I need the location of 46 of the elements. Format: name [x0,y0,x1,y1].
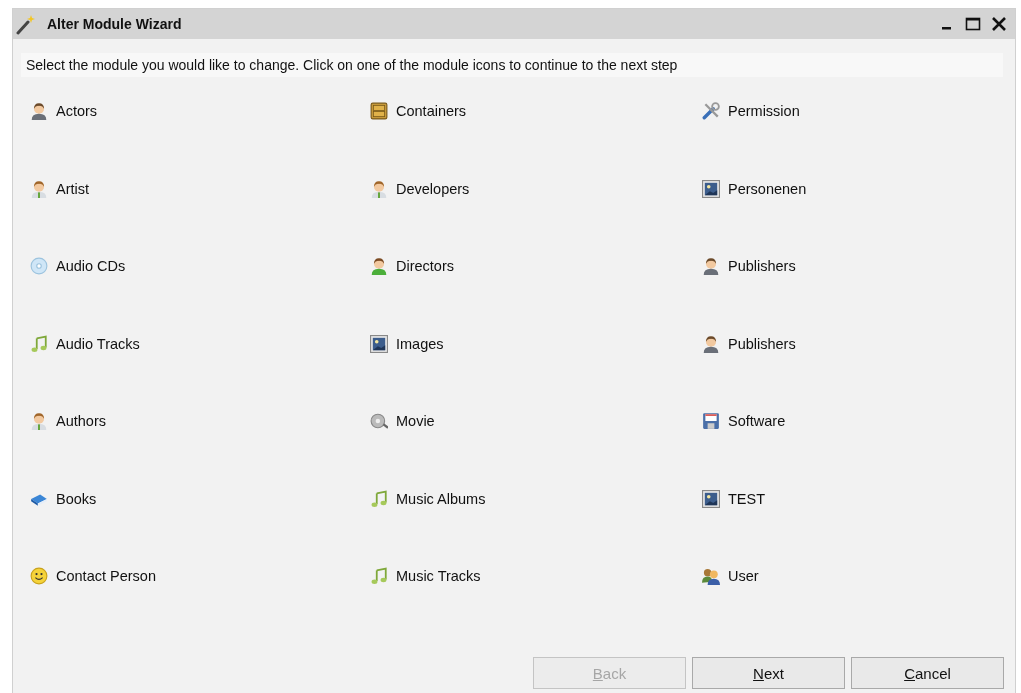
cabinet-icon [370,102,388,120]
module-link[interactable]: Artist [30,179,90,198]
next-button[interactable]: Next [692,657,845,689]
module-link[interactable]: Publishers [702,257,796,275]
module-link[interactable]: Audio CDs [30,257,126,275]
person-icon [370,257,388,275]
module-link[interactable]: Audio Tracks [30,334,140,353]
window-title: Alter Module Wizard [47,16,183,32]
image-icon [370,334,388,353]
person-icon [30,412,48,430]
module-link[interactable]: Authors [30,412,106,430]
module-link[interactable]: Books [30,489,97,508]
module-link[interactable]: Containers [370,102,467,120]
module-link[interactable]: Permission [702,102,800,120]
module-link[interactable]: User [702,567,759,585]
person-icon [370,179,388,198]
disc-icon [30,257,48,275]
music-note-icon [370,489,388,508]
module-link[interactable]: Contact Person [30,567,156,585]
person-icon [702,334,720,353]
music-note-icon [30,334,48,353]
cancel-button[interactable]: Cancel [851,657,1004,689]
users-icon [702,567,720,585]
module-link[interactable]: Directors [370,257,454,275]
module-link[interactable]: Music Tracks [370,567,481,585]
person-icon [30,102,48,120]
person-icon [702,257,720,275]
tools-icon [702,102,720,120]
music-note-icon [370,567,388,585]
instruction-text: Select the module you would like to change. Click on one of the module icons to continue to the next step [21,53,1003,77]
module-link[interactable]: Personenen [702,179,807,198]
image-icon [702,179,720,198]
module-link[interactable]: Images [370,334,444,353]
smiley-icon [30,567,48,585]
module-link[interactable]: Publishers [702,334,796,353]
person-icon [30,179,48,198]
module-link[interactable]: Movie [370,412,435,430]
module-link[interactable]: TEST [702,489,766,508]
module-link[interactable]: Software [702,412,786,430]
module-link[interactable]: Developers [370,179,470,198]
module-link[interactable]: Actors [30,102,98,120]
maximize-icon[interactable] [965,16,981,32]
close-icon[interactable] [991,16,1007,32]
module-link[interactable]: Music Albums [370,489,486,508]
magic-wand-icon [15,13,37,35]
image-icon [702,489,720,508]
